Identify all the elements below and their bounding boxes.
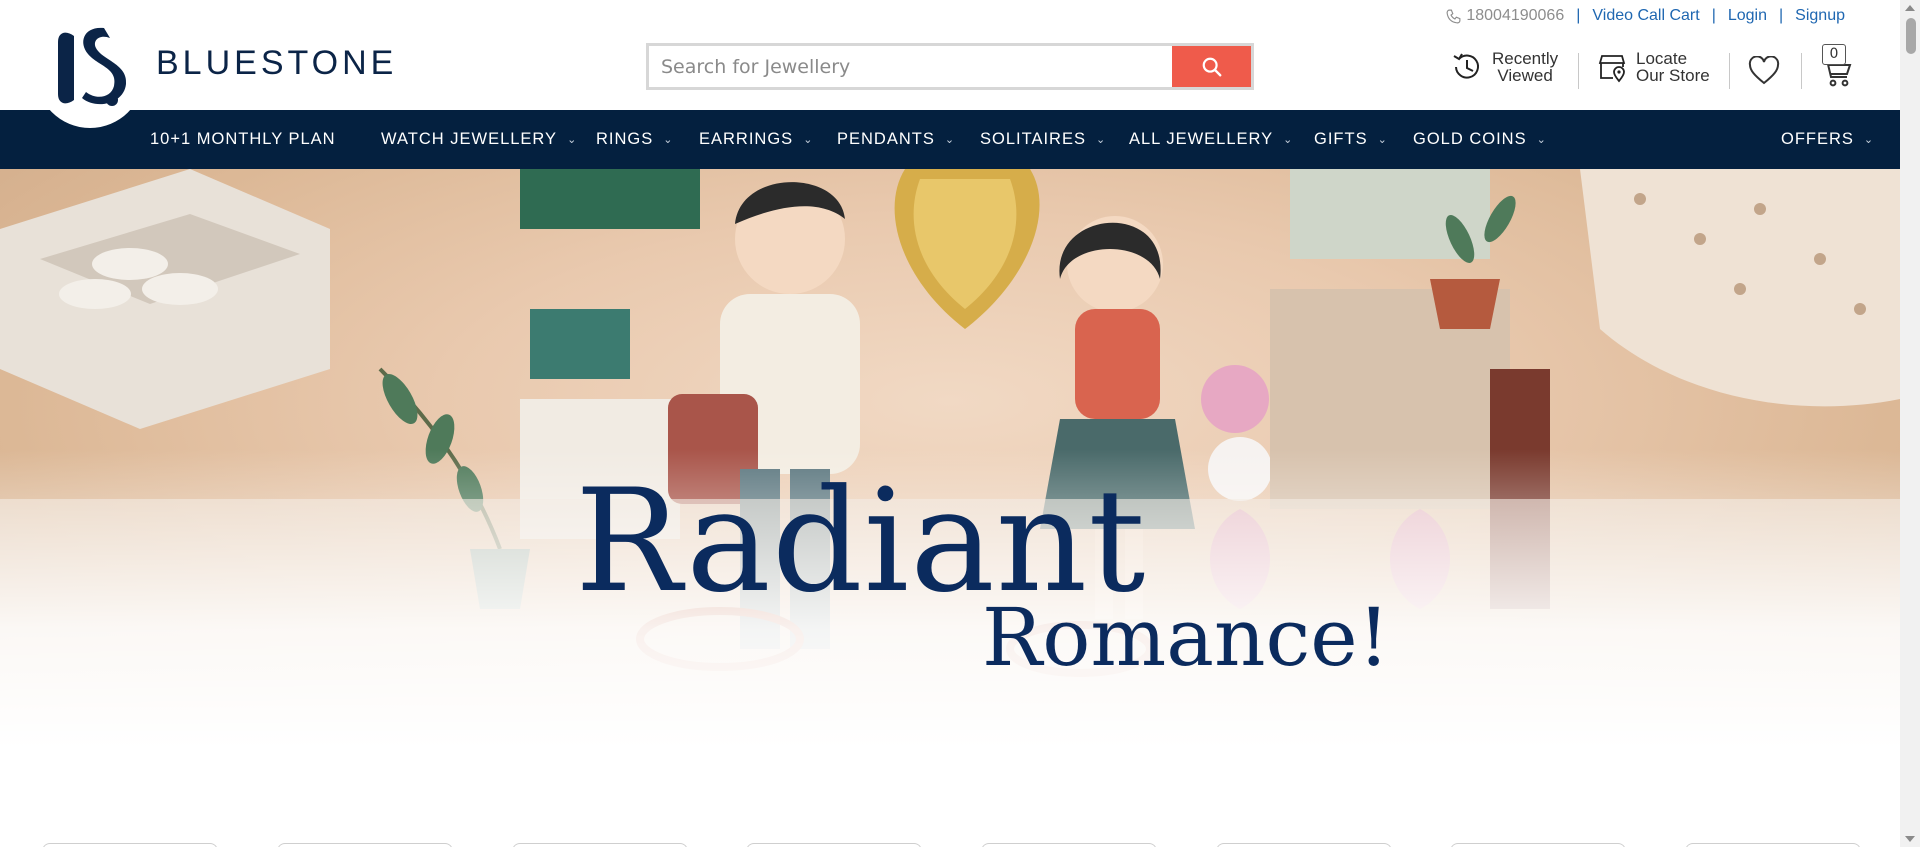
divider: | xyxy=(1779,7,1784,24)
locate-line2: Our Store xyxy=(1636,66,1710,85)
category-card[interactable] xyxy=(42,843,218,847)
locate-store-button[interactable]: Locate Our Store xyxy=(1596,50,1710,84)
nav-item-offers[interactable]: OFFERS ⌄ xyxy=(1781,110,1874,169)
scroll-down-arrow-icon[interactable] xyxy=(1905,836,1915,842)
chevron-down-icon: ⌄ xyxy=(803,134,814,146)
nav-item-label: WATCH JEWELLERY xyxy=(381,130,558,148)
category-card[interactable] xyxy=(981,843,1157,847)
nav-item-watch-jewellery[interactable]: WATCH JEWELLERY ⌄ xyxy=(381,110,577,169)
category-card[interactable] xyxy=(1450,843,1626,847)
category-card[interactable] xyxy=(746,843,922,847)
page-scrollbar[interactable] xyxy=(1900,0,1920,847)
locate-store-label: Locate Our Store xyxy=(1636,50,1710,84)
nav-item-label: PENDANTS xyxy=(837,130,935,148)
bluestone-logo-icon[interactable] xyxy=(44,22,132,110)
hero-banner[interactable]: Radiant Romance! xyxy=(0,169,1900,749)
locate-line1: Locate xyxy=(1636,49,1688,68)
chevron-down-icon: ⌄ xyxy=(663,134,674,146)
chevron-down-icon: ⌄ xyxy=(1283,134,1294,146)
search-button[interactable] xyxy=(1172,46,1251,87)
nav-item-earrings[interactable]: EARRINGS ⌄ xyxy=(699,110,813,169)
site-header: BLUESTONE 18004190066 | Video Call Cart … xyxy=(0,0,1900,128)
category-card[interactable] xyxy=(1216,843,1392,847)
recently-viewed-line1: Recently xyxy=(1492,49,1559,68)
main-nav: 10+1 MONTHLY PLAN WATCH JEWELLERY ⌄ RINGS… xyxy=(0,110,1900,169)
nav-item-label: EARRINGS xyxy=(699,130,794,148)
chevron-down-icon: ⌄ xyxy=(1863,134,1875,146)
nav-item-label: GOLD COINS xyxy=(1413,130,1527,148)
phone-number: 18004190066 xyxy=(1466,7,1565,24)
header-divider xyxy=(1801,53,1802,89)
nav-item-all-jewellery[interactable]: ALL JEWELLERY ⌄ xyxy=(1129,110,1293,169)
chevron-down-icon: ⌄ xyxy=(1536,134,1547,146)
search-input[interactable] xyxy=(649,46,1172,87)
chevron-down-icon: ⌄ xyxy=(567,134,578,146)
recently-viewed-line2: Viewed xyxy=(1497,66,1553,85)
login-link[interactable]: Login xyxy=(1728,7,1767,25)
category-card[interactable] xyxy=(512,843,688,847)
cart-count-badge: 0 xyxy=(1822,44,1846,65)
history-clock-icon xyxy=(1453,53,1479,79)
hero-title-line2: Romance! xyxy=(982,591,1390,684)
header-divider xyxy=(1578,53,1579,89)
search-icon xyxy=(1202,57,1221,76)
nav-item-label: OFFERS xyxy=(1781,130,1854,148)
video-call-cart-link[interactable]: Video Call Cart xyxy=(1592,7,1699,25)
nav-item-label: ALL JEWELLERY xyxy=(1129,130,1274,148)
signup-link[interactable]: Signup xyxy=(1795,7,1845,25)
nav-item-gifts[interactable]: GIFTS ⌄ xyxy=(1314,110,1388,169)
search-bar xyxy=(646,43,1254,90)
nav-item-label: 10+1 MONTHLY PLAN xyxy=(150,130,336,148)
phone-link[interactable]: 18004190066 xyxy=(1445,7,1564,25)
scroll-up-arrow-icon[interactable] xyxy=(1905,5,1915,11)
store-locator-icon xyxy=(1598,55,1626,83)
nav-item-label: SOLITAIRES xyxy=(980,130,1086,148)
wishlist-heart-icon[interactable] xyxy=(1748,56,1780,86)
recently-viewed-label: Recently Viewed xyxy=(1492,50,1558,84)
nav-item-label: RINGS xyxy=(596,130,654,148)
divider: | xyxy=(1711,7,1716,24)
recently-viewed-button[interactable]: Recently Viewed xyxy=(1450,50,1558,84)
category-card[interactable] xyxy=(1685,843,1861,847)
nav-item-pendants[interactable]: PENDANTS ⌄ xyxy=(837,110,955,169)
nav-item-solitaires[interactable]: SOLITAIRES ⌄ xyxy=(980,110,1106,169)
nav-item-rings[interactable]: RINGS ⌄ xyxy=(596,110,673,169)
header-divider xyxy=(1729,53,1730,89)
category-card[interactable] xyxy=(277,843,453,847)
nav-item-monthly-plan[interactable]: 10+1 MONTHLY PLAN xyxy=(150,110,336,169)
chevron-down-icon: ⌄ xyxy=(944,134,956,146)
divider: | xyxy=(1576,7,1581,24)
brand-wordmark[interactable]: BLUESTONE xyxy=(156,44,397,83)
phone-icon xyxy=(1446,9,1461,23)
nav-item-label: GIFTS xyxy=(1314,130,1368,148)
nav-item-gold-coins[interactable]: GOLD COINS ⌄ xyxy=(1413,110,1547,169)
scroll-thumb[interactable] xyxy=(1906,18,1916,54)
top-links: 18004190066 | Video Call Cart | Login | … xyxy=(1445,7,1845,25)
chevron-down-icon: ⌄ xyxy=(1095,134,1107,146)
chevron-down-icon: ⌄ xyxy=(1377,134,1388,146)
